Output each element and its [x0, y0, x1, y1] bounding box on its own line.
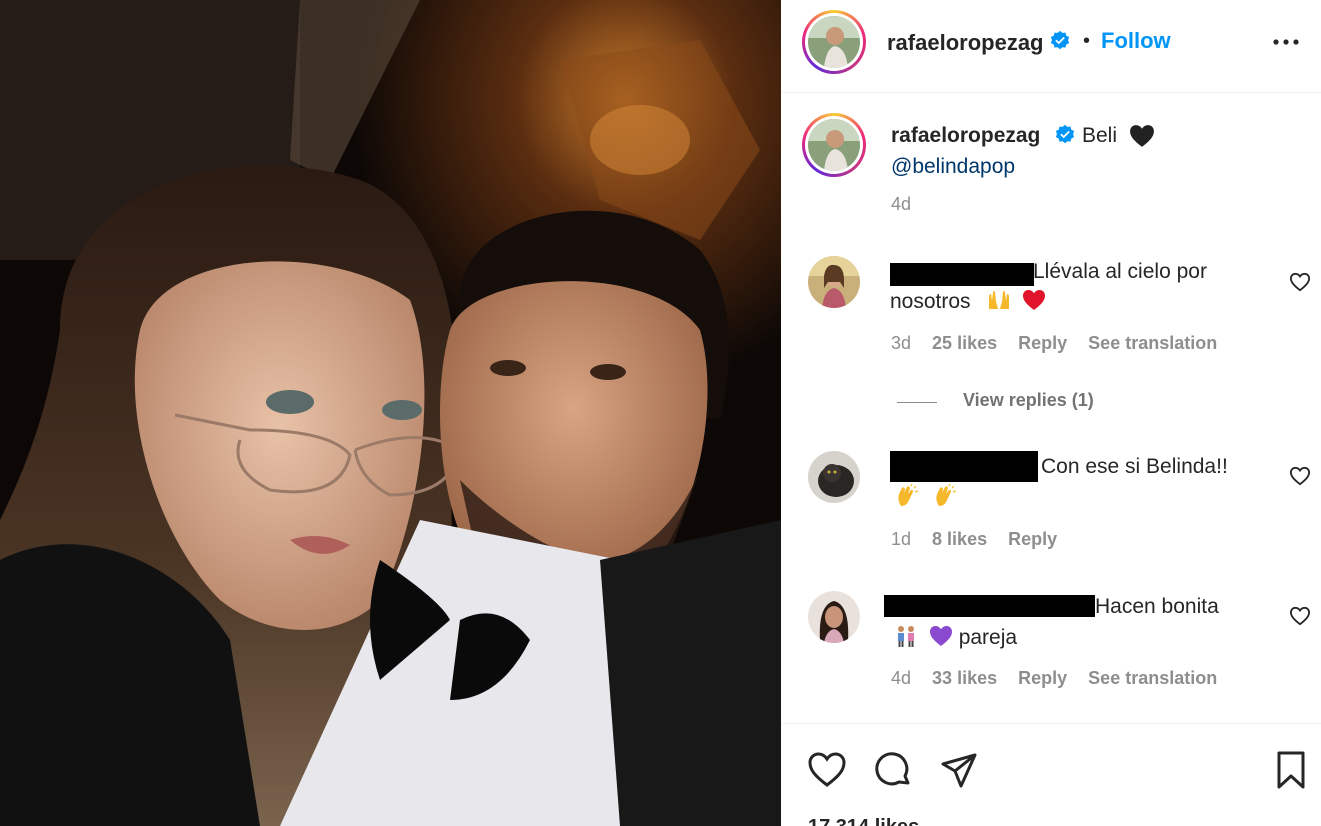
comment-text-line2: pareja [895, 623, 1017, 653]
comment-likes-count[interactable]: 25 likes [932, 333, 997, 353]
redacted-username [884, 595, 1095, 617]
caption-timestamp: 4d [891, 194, 912, 214]
clapping-hands-emoji-icon [898, 484, 919, 506]
couple-emoji-icon [898, 626, 914, 647]
raising-hands-emoji-icon [989, 291, 1010, 309]
comment-meta: 1d 8 likes Reply [891, 529, 1073, 550]
post-photo[interactable] [0, 0, 781, 826]
view-replies-divider [897, 402, 937, 403]
reply-button[interactable]: Reply [1008, 529, 1057, 549]
author-username[interactable]: rafaeloropezag [887, 30, 1044, 56]
comment-text-line2: nosotros [890, 287, 1046, 317]
post-details-panel: rafaeloropezag • Follow rafaeloropezag B… [781, 0, 1321, 826]
comment-text: Hacen bonita [1095, 595, 1219, 618]
reply-button[interactable]: Reply [1018, 668, 1067, 688]
comment-timestamp: 3d [891, 333, 912, 353]
red-heart-emoji-icon [1023, 290, 1046, 310]
caption-username[interactable]: rafaeloropezag [891, 124, 1040, 148]
bookmark-icon[interactable] [1271, 750, 1311, 790]
comment-like-heart-icon[interactable] [1289, 272, 1311, 292]
post-actions-bar: 17,314 likes [781, 723, 1321, 826]
comment-like-heart-icon[interactable] [1289, 606, 1311, 626]
paper-plane-icon[interactable] [939, 750, 979, 790]
comment-timestamp: 4d [891, 668, 912, 688]
post-header: rafaeloropezag • Follow [781, 0, 1321, 93]
comment-bubble-icon[interactable] [873, 750, 913, 790]
black-heart-emoji-icon [1130, 125, 1154, 147]
comment-timestamp: 1d [891, 529, 912, 549]
heart-outline-icon[interactable] [807, 750, 847, 790]
commenter-avatar[interactable] [808, 451, 860, 503]
comment-text: Llévala al cielo por [1033, 260, 1207, 283]
commenter-avatar[interactable] [808, 591, 860, 643]
header-separator: • [1083, 30, 1091, 52]
verified-badge-icon [1050, 30, 1070, 50]
comment-text: Con ese si Belinda!! [1041, 455, 1228, 478]
commenter-avatar[interactable] [808, 256, 860, 308]
follow-button[interactable]: Follow [1101, 28, 1171, 54]
redacted-username [890, 451, 1038, 482]
view-replies-button[interactable]: View replies (1) [963, 390, 1094, 411]
caption-author-avatar[interactable] [802, 113, 866, 177]
post-likes-count[interactable]: 17,314 likes [808, 816, 919, 826]
caption-mention-link[interactable]: @belindapop [891, 155, 1015, 179]
clapping-hands-emoji-icon [936, 484, 957, 506]
caption-text: Beli [1082, 124, 1118, 147]
comment-likes-count[interactable]: 8 likes [932, 529, 987, 549]
comment-meta: 3d 25 likes Reply See translation [891, 333, 1233, 354]
purple-heart-emoji-icon [929, 626, 952, 646]
see-translation-button[interactable]: See translation [1088, 333, 1217, 353]
more-options-icon[interactable] [1271, 30, 1301, 54]
verified-badge-icon [1055, 124, 1075, 144]
comment-meta: 4d 33 likes Reply See translation [891, 668, 1233, 689]
reply-button[interactable]: Reply [1018, 333, 1067, 353]
comment-emojis [895, 484, 957, 514]
redacted-username [890, 263, 1034, 286]
author-avatar[interactable] [802, 10, 866, 74]
comment-like-heart-icon[interactable] [1289, 466, 1311, 486]
see-translation-button[interactable]: See translation [1088, 668, 1217, 688]
couple-selfie-image [0, 0, 781, 826]
comment-likes-count[interactable]: 33 likes [932, 668, 997, 688]
